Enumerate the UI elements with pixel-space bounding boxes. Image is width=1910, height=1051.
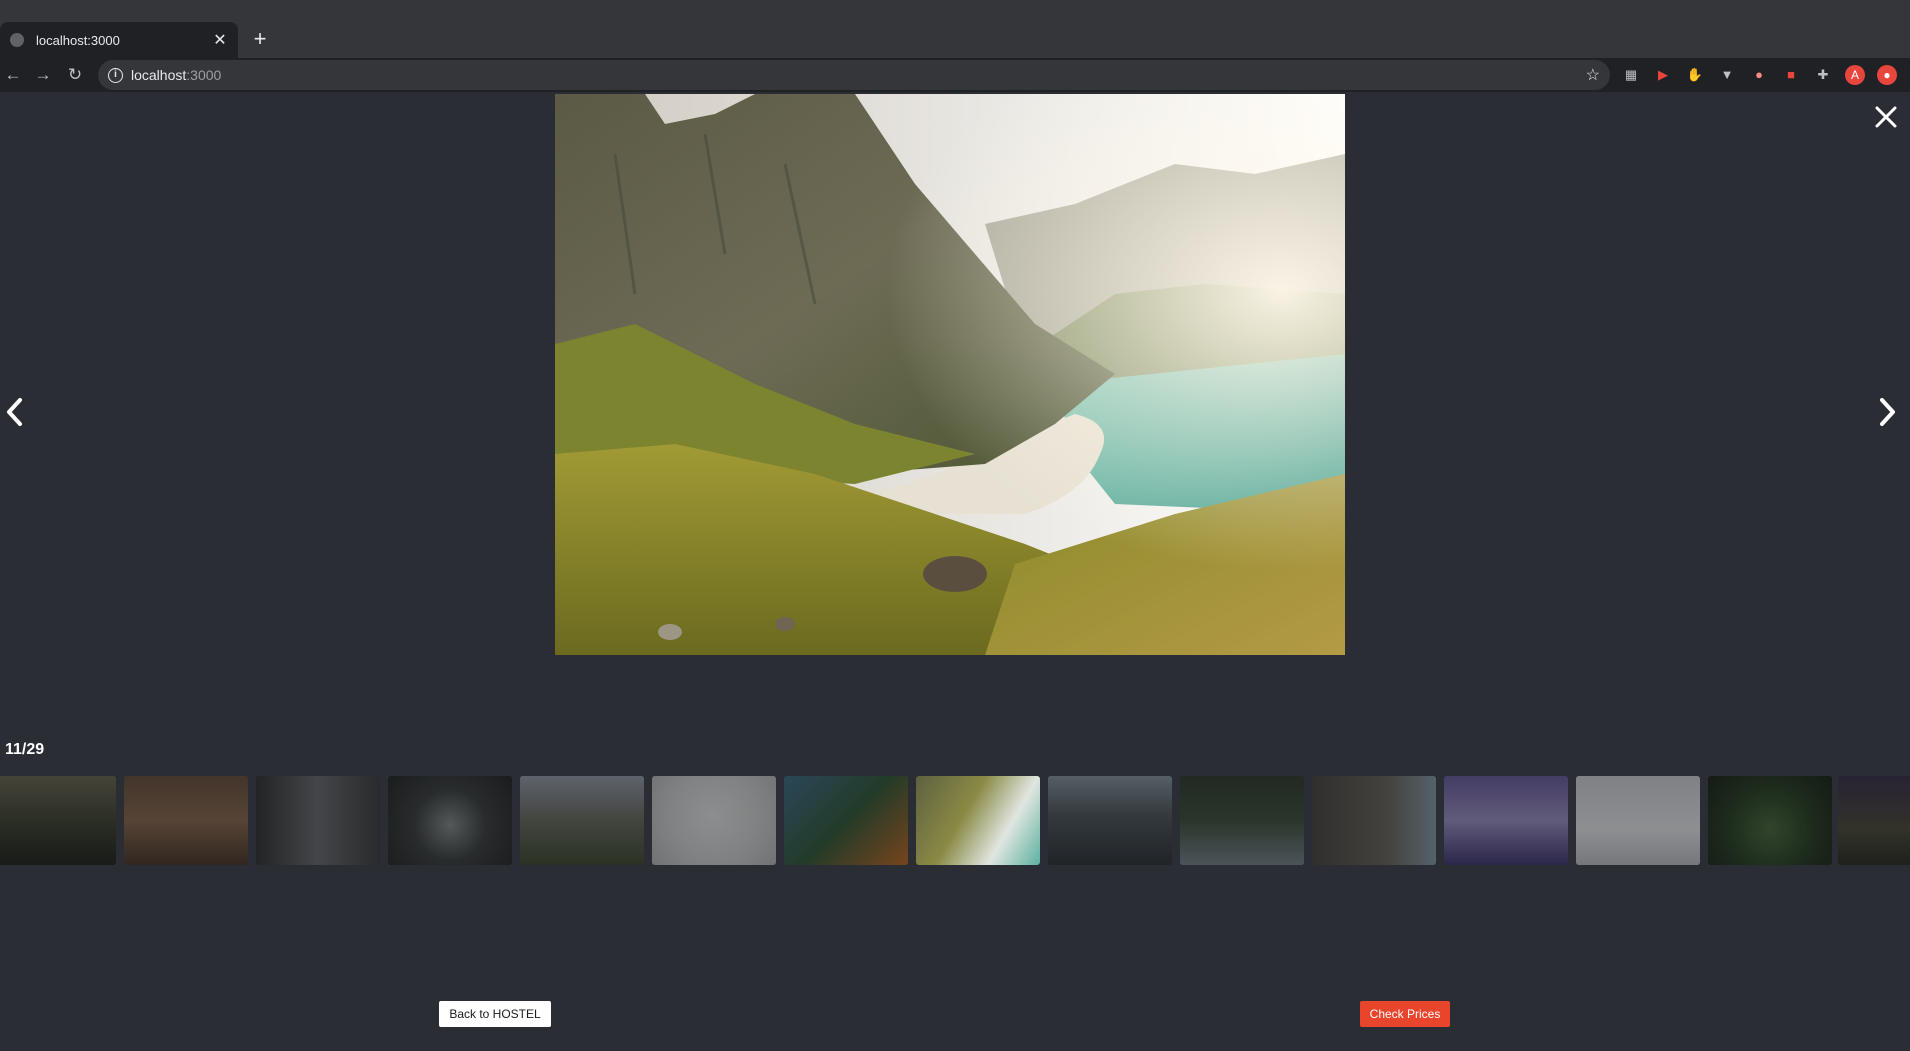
browser-tab[interactable]: localhost:3000 ✕ [0,22,238,58]
tab-close-icon[interactable]: ✕ [212,30,228,50]
extension-badge-icon[interactable]: ● [1877,65,1897,85]
thumbnail-coin-telescope[interactable] [652,776,776,865]
mountain-valley-beach-image [555,94,1345,655]
thumbnail-rock-arch[interactable] [388,776,512,865]
thumbnail-orange-tree[interactable] [784,776,908,865]
thumbnail-purple-lake[interactable] [1444,776,1568,865]
thumbnail-narrow-alley[interactable] [1312,776,1436,865]
info-icon[interactable]: i [108,67,123,83]
url-host: localhost [131,67,187,83]
main-photo [555,94,1345,655]
thumbnail-green-tunnel[interactable] [1708,776,1832,865]
thumbnail-forest-path[interactable] [1838,776,1910,865]
photo-gallery: 11/29 Back to HOSTEL Check Prices [0,92,1910,1051]
thumbnail-mountain-road[interactable] [1048,776,1172,865]
thumbnail-forest-bridge[interactable] [1180,776,1304,865]
thumbnail-forest-sunset[interactable] [0,776,116,865]
new-tab-button[interactable]: + [250,27,270,51]
grid-extension-icon[interactable]: ▦ [1621,65,1641,85]
tab-title: localhost:3000 [36,32,120,48]
thumbnail-misty-cliffs[interactable] [256,776,380,865]
address-bar[interactable]: i localhost :3000 ☆ [98,60,1610,90]
close-icon[interactable] [1873,104,1899,130]
thumbnail-snowy-path[interactable] [1576,776,1700,865]
hand-extension-icon[interactable]: ✋ [1685,65,1705,85]
bookmark-star-icon[interactable]: ☆ [1586,65,1600,85]
next-arrow-icon[interactable] [1875,395,1899,429]
reload-icon[interactable]: ↻ [64,64,86,86]
record-extension-icon[interactable]: ▶ [1653,65,1673,85]
thumbnail-wall-of-pictures[interactable] [124,776,248,865]
back-arrow-icon[interactable]: ← [2,64,24,86]
profile-avatar[interactable]: A [1845,65,1865,85]
bottle-extension-icon[interactable]: ● [1749,65,1769,85]
forward-arrow-icon[interactable]: → [32,64,54,86]
thumbnail-strip [0,776,1910,865]
browser-tabstrip: localhost:3000 ✕ + [0,0,1910,58]
photo-extension-icon[interactable]: ■ [1781,65,1801,85]
globe-icon [10,33,24,47]
back-to-hostel-button[interactable]: Back to HOSTEL [439,1001,551,1027]
thumbnail-mountain-lake[interactable] [520,776,644,865]
thumbnail-mountain-valley-beach[interactable] [916,776,1040,865]
photo-counter: 11/29 [5,741,45,758]
url-port: :3000 [186,67,222,83]
vue-extension-icon[interactable]: ▼ [1717,65,1737,85]
browser-toolbar: ← → ↻ i localhost :3000 ☆ ▦ ▶ ✋ ▼ ● ■ ✚ … [0,58,1910,92]
previous-arrow-icon[interactable] [3,395,27,429]
puzzle-extension-icon[interactable]: ✚ [1813,65,1833,85]
check-prices-button[interactable]: Check Prices [1360,1001,1450,1027]
